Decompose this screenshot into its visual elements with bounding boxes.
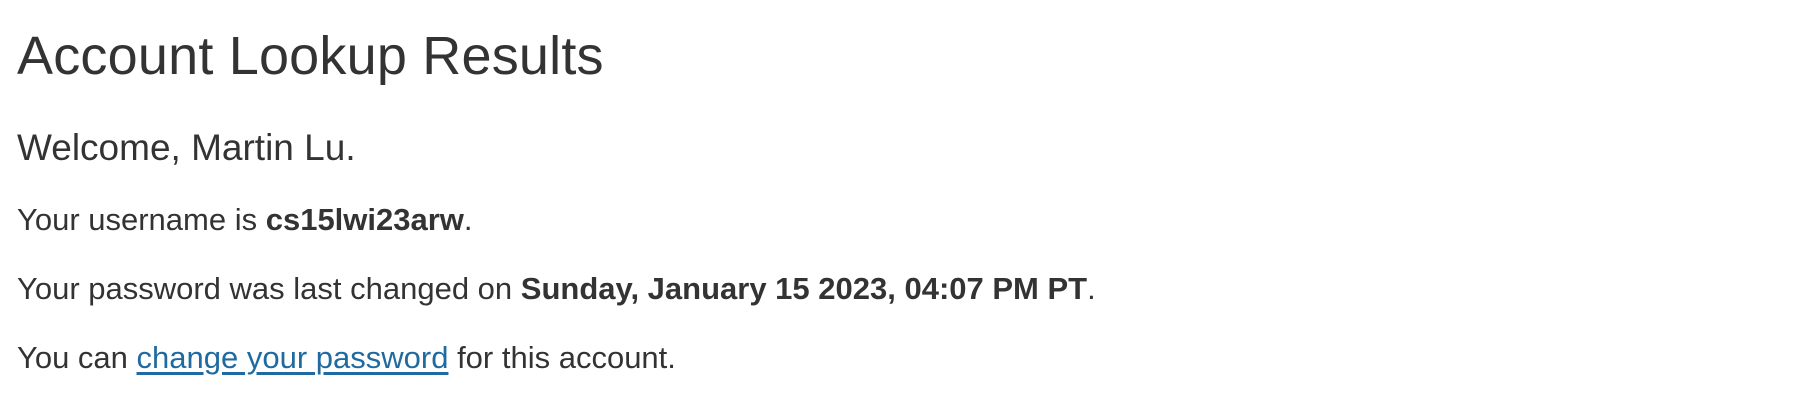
- username-paragraph: Your username is cs15lwi23arw.: [17, 200, 473, 240]
- change-password-paragraph: You can change your password for this ac…: [17, 338, 676, 378]
- username-suffix: .: [463, 202, 473, 237]
- username-prefix: Your username is: [17, 202, 266, 237]
- change-password-prefix: You can: [17, 340, 137, 375]
- password-changed-prefix: Your password was last changed on: [17, 271, 521, 306]
- welcome-heading: Welcome, Martin Lu.: [17, 127, 356, 168]
- page-title: Account Lookup Results: [17, 26, 604, 86]
- password-changed-date: Sunday, January 15 2023, 04:07 PM PT: [520, 271, 1088, 306]
- password-changed-suffix: .: [1087, 271, 1096, 306]
- password-changed-paragraph: Your password was last changed on Sunday…: [17, 269, 1096, 309]
- change-password-link[interactable]: change your password: [137, 340, 449, 375]
- change-password-suffix: for this account.: [448, 340, 676, 375]
- username-value: cs15lwi23arw: [265, 202, 464, 237]
